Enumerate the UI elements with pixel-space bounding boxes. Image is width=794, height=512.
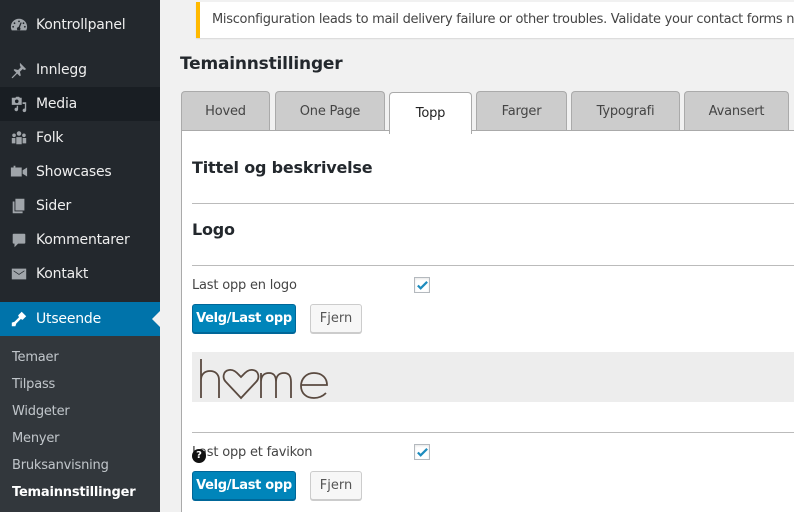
settings-tabs: Hoved One Page Topp Farger Typografi Ava… xyxy=(181,91,794,134)
favicon-upload-button[interactable]: Velg/Last opp xyxy=(192,471,296,500)
paintbrush-icon xyxy=(0,310,36,328)
comment-icon xyxy=(0,231,36,249)
favicon-upload-checkbox[interactable] xyxy=(414,444,430,460)
sidebar-item-folk[interactable]: Folk xyxy=(0,121,160,155)
envelope-icon xyxy=(0,265,36,283)
help-icon[interactable]: ? xyxy=(192,449,206,463)
appearance-submenu: Temaer Tilpass Widgeter Menyer Bruksanvi… xyxy=(0,336,160,512)
submenu-item-widgeter[interactable]: Widgeter xyxy=(0,398,160,425)
tab-typografi[interactable]: Typografi xyxy=(571,91,680,131)
sidebar-item-label: Innlegg xyxy=(36,62,87,78)
submenu-item-menyer[interactable]: Menyer xyxy=(0,425,160,452)
pages-icon xyxy=(0,197,36,215)
tab-avansert[interactable]: Avansert xyxy=(684,91,789,131)
checkmark-icon xyxy=(417,280,428,290)
media-icon xyxy=(0,95,36,113)
admin-notice: Misconfiguration leads to mail delivery … xyxy=(196,2,794,38)
section-title-tittel: Tittel og beskrivelse xyxy=(192,158,373,177)
sidebar-item-utseende[interactable]: Utseende xyxy=(0,302,160,336)
logo-preview xyxy=(192,352,794,402)
sidebar-item-media[interactable]: Media xyxy=(0,87,160,121)
logo-upload-label: Last opp en logo xyxy=(192,278,297,293)
page-title: Temainnstillinger xyxy=(180,54,343,74)
tab-label: Topp xyxy=(415,106,446,121)
tab-label: Farger xyxy=(501,104,542,119)
checkmark-icon xyxy=(417,447,428,457)
sidebar-item-kommentarer[interactable]: Kommentarer xyxy=(0,223,160,257)
tab-label: Typografi xyxy=(596,104,655,119)
submenu-item-temaer[interactable]: Temaer xyxy=(0,344,160,371)
dashboard-icon xyxy=(0,16,36,34)
sidebar-item-innlegg[interactable]: Innlegg xyxy=(0,53,160,87)
tab-hoved[interactable]: Hoved xyxy=(181,91,270,131)
tab-label: One Page xyxy=(299,104,361,119)
logo-upload-button[interactable]: Velg/Last opp xyxy=(192,304,296,333)
sidebar-item-label: Folk xyxy=(36,130,64,146)
divider xyxy=(192,203,794,204)
tab-topp[interactable]: Topp xyxy=(389,92,472,134)
favicon-remove-button[interactable]: Fjern xyxy=(310,471,362,500)
logo-remove-button[interactable]: Fjern xyxy=(310,304,362,333)
tab-one-page[interactable]: One Page xyxy=(275,91,385,131)
sidebar-item-label: Showcases xyxy=(36,164,112,180)
favicon-upload-label: Last opp et favikon xyxy=(192,445,313,460)
pushpin-icon xyxy=(0,61,36,79)
sidebar-item-label: Utseende xyxy=(36,311,102,327)
sidebar-item-kontrollpanel[interactable]: Kontrollpanel xyxy=(0,8,160,42)
submenu-item-temainnstillinger[interactable]: Temainnstillinger xyxy=(0,479,160,506)
current-menu-arrow xyxy=(152,311,160,327)
sidebar-item-showcases[interactable]: Showcases xyxy=(0,155,160,189)
section-title-logo: Logo xyxy=(192,220,235,239)
home-logo-image xyxy=(200,359,328,400)
submenu-item-bruksanvisning[interactable]: Bruksanvisning xyxy=(0,452,160,479)
logo-upload-checkbox[interactable] xyxy=(414,277,430,293)
sidebar-item-label: Sider xyxy=(36,198,72,214)
people-icon xyxy=(0,129,36,147)
video-camera-icon xyxy=(0,163,36,181)
tab-label: Avansert xyxy=(708,104,765,119)
sidebar-item-label: Media xyxy=(36,96,78,112)
sidebar-item-label: Kontakt xyxy=(36,266,89,282)
sidebar-item-sider[interactable]: Sider xyxy=(0,189,160,223)
tab-farger[interactable]: Farger xyxy=(476,91,567,131)
notice-text: Misconfiguration leads to mail delivery … xyxy=(212,12,794,27)
sidebar-item-kontakt[interactable]: Kontakt xyxy=(0,257,160,291)
sidebar-item-label: Kontrollpanel xyxy=(36,17,126,33)
admin-sidebar: Kontrollpanel Innlegg Media Folk Showcas… xyxy=(0,0,160,512)
divider xyxy=(192,265,794,266)
sidebar-item-label: Kommentarer xyxy=(36,232,130,248)
settings-panel: Tittel og beskrivelse Logo Last opp en l… xyxy=(181,130,794,512)
submenu-item-tilpass[interactable]: Tilpass xyxy=(0,371,160,398)
divider xyxy=(192,432,794,433)
tab-label: Hoved xyxy=(205,104,246,119)
